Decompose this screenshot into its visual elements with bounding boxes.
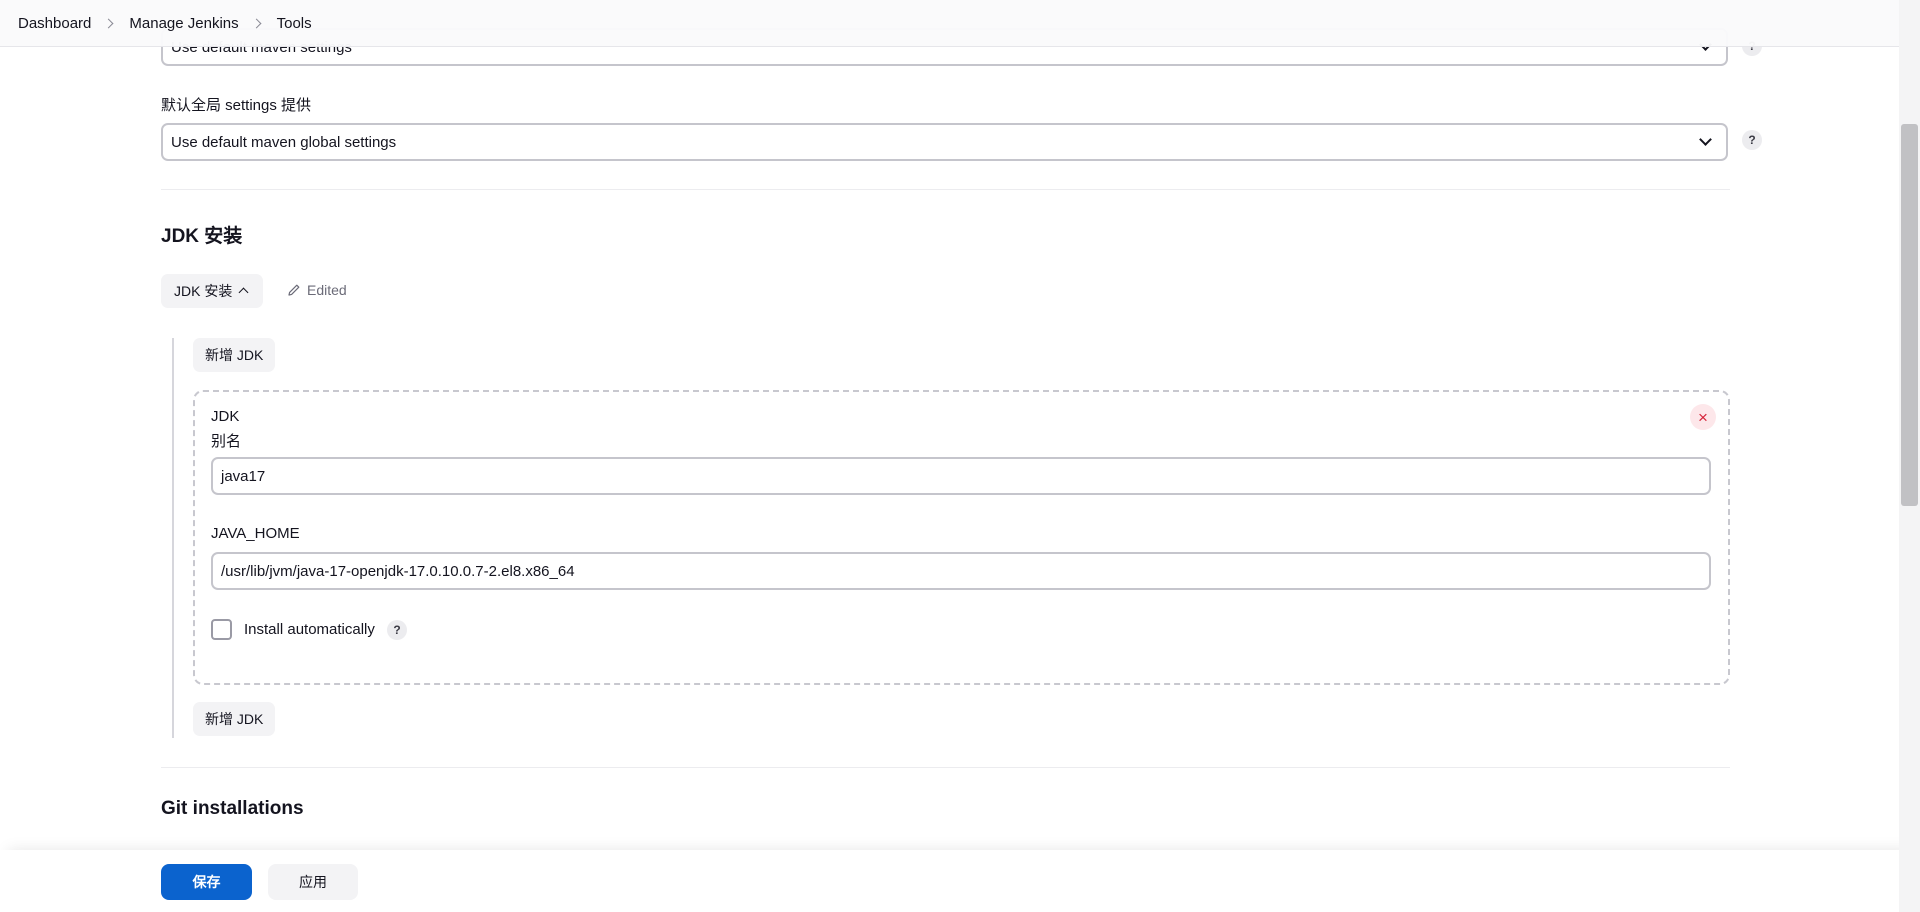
chevron-down-icon [1699,133,1712,146]
install-automatically-checkbox[interactable] [211,619,232,640]
jdk-name-input[interactable]: java17 [211,457,1711,495]
java-home-input[interactable]: /usr/lib/jvm/java-17-openjdk-17.0.10.0.7… [211,552,1711,590]
git-section-title: Git installations [161,798,304,819]
breadcrumb: Dashboard Manage Jenkins Tools [0,0,1920,47]
chevron-up-icon [238,287,249,298]
global-settings-label: 默认全局 settings 提供 [161,97,312,114]
jdk-installation-card: JDK × 别名 java17 JAVA_HOME /usr/lib/jvm/j… [193,390,1730,685]
repeatable-border [172,338,174,738]
pencil-icon [288,284,300,296]
jdk-name-label: 别名 [211,433,242,450]
breadcrumb-tools[interactable]: Tools [277,15,312,32]
scrollbar-thumb[interactable] [1901,124,1918,506]
delete-jdk-button[interactable]: × [1690,404,1716,430]
jenkins-tools-page: Dashboard Manage Jenkins Tools Use defau… [0,0,1920,912]
save-button[interactable]: 保存 [161,864,252,900]
section-divider [161,767,1730,768]
chevron-right-icon [251,18,262,28]
global-settings-select[interactable]: Use default maven global settings [161,123,1728,161]
bottom-app-bar: 保存 应用 [0,850,1920,912]
jdk-card-heading: JDK [211,408,240,425]
add-jdk-button-bottom[interactable]: 新增 JDK [193,702,276,736]
close-icon: × [1698,407,1708,427]
jdk-toggle-label: JDK 安装 [174,283,233,299]
jdk-name-value: java17 [221,467,266,485]
add-jdk-button[interactable]: 新增 JDK [193,338,276,372]
global-settings-value: Use default maven global settings [171,133,397,151]
help-icon[interactable]: ? [387,620,407,640]
edited-indicator: Edited [287,282,347,298]
jdk-installations-toggle[interactable]: JDK 安装 [161,274,263,308]
chevron-right-icon [103,18,114,28]
help-icon[interactable]: ? [1742,130,1762,150]
apply-button[interactable]: 应用 [268,864,358,900]
edited-label: Edited [307,282,347,298]
breadcrumb-dashboard[interactable]: Dashboard [18,15,91,32]
breadcrumb-manage-jenkins[interactable]: Manage Jenkins [129,15,238,32]
section-divider [161,189,1730,190]
install-automatically-label[interactable]: Install automatically [244,621,375,638]
java-home-label: JAVA_HOME [211,525,300,542]
vertical-scrollbar[interactable] [1899,0,1920,912]
java-home-value: /usr/lib/jvm/java-17-openjdk-17.0.10.0.7… [221,562,575,580]
jdk-section-title: JDK 安装 [161,226,243,247]
